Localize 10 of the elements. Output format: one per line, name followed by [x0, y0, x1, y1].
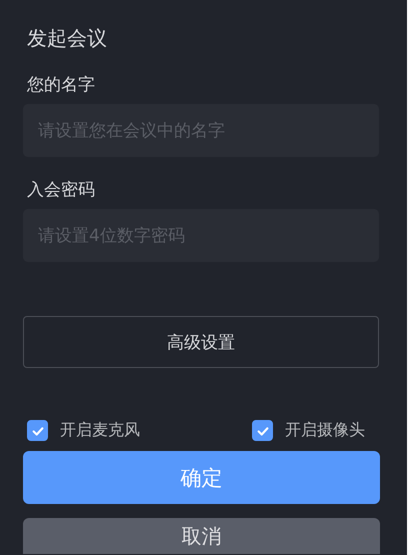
checkbox[interactable] [27, 420, 48, 441]
cancel-button[interactable]: 取消 [23, 518, 380, 554]
checkbox[interactable] [252, 420, 273, 441]
confirm-button[interactable]: 确定 [23, 451, 380, 504]
dialog-title: 发起会议 [27, 25, 108, 52]
advanced-settings-button[interactable]: 高级设置 [23, 316, 379, 368]
field-label: 入会密码 [27, 179, 96, 201]
checkbox-label: 开启麦克风 [60, 420, 140, 441]
checkbox-label: 开启摄像头 [285, 420, 365, 441]
field-label: 您的名字 [27, 74, 96, 96]
